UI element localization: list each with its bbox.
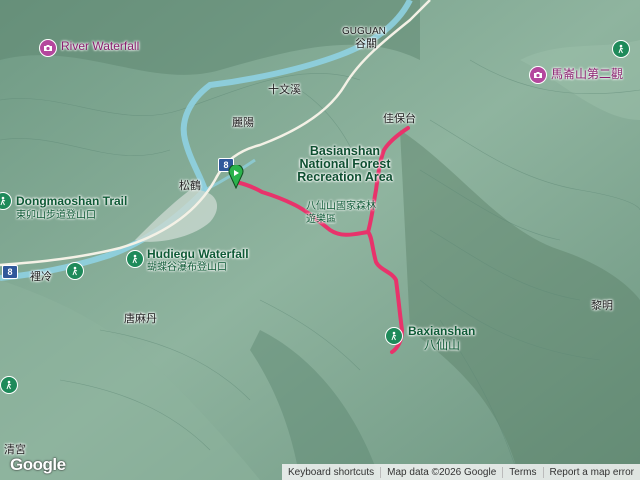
dongmaoshan-zh-label: 東卯山步道登山口	[16, 210, 96, 221]
jiabaotai-label: 佳保台	[383, 113, 416, 125]
hudiegu-zh-label: 蝴蝶谷瀑布登山口	[147, 262, 227, 273]
baxianshan-area-zh-label: 八仙山國家森林遊樂區	[306, 201, 376, 225]
shiwenxi-label: 十文溪	[268, 84, 301, 96]
start-pin-icon[interactable]	[228, 163, 244, 190]
baxianshan-peak-hiker-icon[interactable]	[385, 327, 403, 345]
maqishan-label[interactable]: 馬崙山第二觀	[551, 68, 623, 81]
lileng-hiker-icon[interactable]	[66, 262, 84, 280]
report-error-link[interactable]: Report a map error	[542, 466, 640, 478]
qinggong-hiker-icon[interactable]	[0, 376, 18, 394]
baxianshan-area-label[interactable]: Basianshan National Forest Recreation Ar…	[290, 145, 400, 184]
river-waterfall-label[interactable]: River Waterfall	[61, 40, 139, 53]
keyboard-shortcuts-link[interactable]: Keyboard shortcuts	[282, 467, 380, 478]
map-data-label: Map data ©2026 Google	[380, 466, 502, 478]
hudiegu-label[interactable]: Hudiegu Waterfall	[147, 248, 249, 261]
maqishan-camera-icon[interactable]	[529, 66, 547, 84]
lileng-label: 裡冷	[30, 271, 52, 283]
songhe-label: 松鶴	[179, 180, 201, 192]
guguan-zh-label: 谷關	[355, 38, 377, 50]
google-logo: Google	[10, 455, 66, 474]
attribution-bar: Keyboard shortcuts Map data ©2026 Google…	[281, 464, 640, 480]
baxianshan-peak-zh-label: 八仙山	[424, 338, 461, 352]
route-8-badge-west: 8	[2, 265, 18, 279]
liming-label: 黎明	[591, 300, 613, 312]
hudiegu-hiker-icon[interactable]	[126, 250, 144, 268]
baxianshan-peak-label[interactable]: Baxianshan	[408, 325, 475, 338]
hiker-icon[interactable]	[612, 40, 630, 58]
tangmadan-label: 唐麻丹	[124, 313, 157, 325]
liyang-label: 麗陽	[232, 117, 254, 129]
guguan-en-label: GUGUAN	[342, 26, 386, 37]
dongmaoshan-label[interactable]: Dongmaoshan Trail	[16, 195, 127, 208]
river-waterfall-camera-icon[interactable]	[39, 39, 57, 57]
terms-link[interactable]: Terms	[502, 466, 542, 478]
map-canvas[interactable]: River Waterfall 馬崙山第二觀 GUGUAN 谷關 十文溪 麗陽 …	[0, 0, 640, 480]
